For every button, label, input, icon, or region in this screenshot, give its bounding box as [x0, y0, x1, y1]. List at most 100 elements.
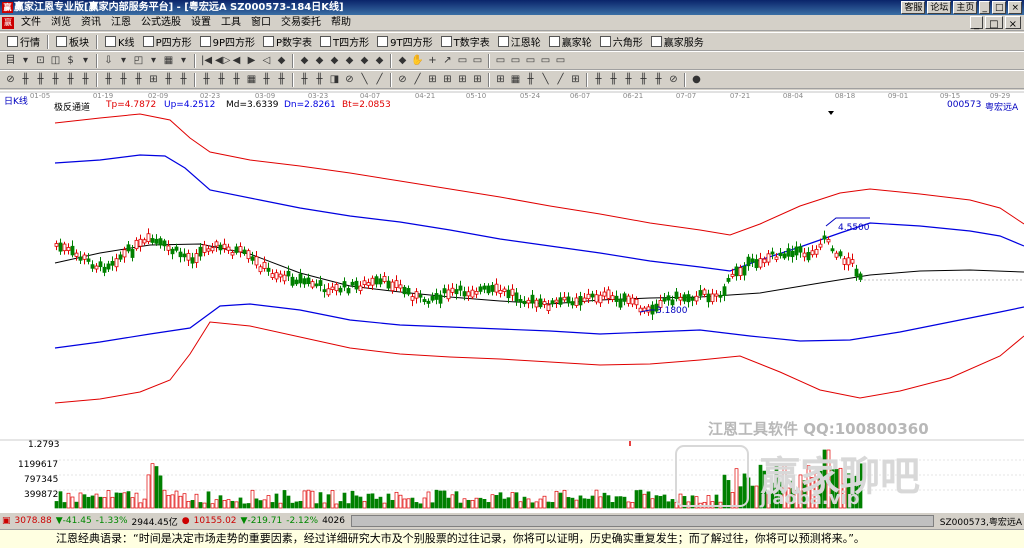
gann-tool-33[interactable]: ╲: [539, 73, 552, 86]
toolbar-button-0[interactable]: 行情: [4, 34, 43, 50]
gann-tool-32[interactable]: ╫: [524, 73, 537, 86]
draw-tool-34[interactable]: ▭: [554, 54, 567, 67]
gann-tool-23[interactable]: ╱: [373, 73, 386, 86]
menu-settings[interactable]: 设置: [186, 15, 216, 31]
horizontal-scrollbar[interactable]: [350, 515, 934, 527]
gann-tool-38[interactable]: ╫: [622, 73, 635, 86]
gann-tool-21[interactable]: ⊘: [343, 73, 356, 86]
gann-tool-31[interactable]: ▦: [509, 73, 522, 86]
gann-tool-9[interactable]: ⊞: [147, 73, 160, 86]
draw-tool-31[interactable]: ▭: [509, 54, 522, 67]
menu-trade[interactable]: 交易委托: [276, 15, 326, 31]
draw-tool-17[interactable]: ◆: [275, 54, 288, 67]
draw-tool-27[interactable]: ↗: [441, 54, 454, 67]
toolbar-button-7[interactable]: 9T四方形: [374, 34, 435, 50]
gann-tool-6[interactable]: ╫: [102, 73, 115, 86]
gann-tool-37[interactable]: ╫: [607, 73, 620, 86]
minimize-button[interactable]: _: [979, 1, 990, 14]
gann-tool-17[interactable]: ╫: [275, 73, 288, 86]
service-button[interactable]: 客服: [901, 1, 926, 14]
gann-tool-39[interactable]: ╫: [637, 73, 650, 86]
toolbar-button-6[interactable]: T四方形: [317, 34, 372, 50]
gann-tool-12[interactable]: ╫: [200, 73, 213, 86]
draw-tool-10[interactable]: ▦: [162, 54, 175, 67]
gann-tool-20[interactable]: ◨: [328, 73, 341, 86]
toolbar-button-4[interactable]: 9P四方形: [197, 34, 258, 50]
menu-gann[interactable]: 江恩: [106, 15, 136, 31]
draw-tool-18[interactable]: ◆: [298, 54, 311, 67]
menu-file[interactable]: 文件: [16, 15, 46, 31]
draw-tool-6[interactable]: ⇩: [102, 54, 115, 67]
kline-chart[interactable]: 01-05 01-19 02-09 02-23 03-09 03-23 04-07 04-21…: [0, 90, 1024, 512]
gann-tool-30[interactable]: ⊞: [494, 73, 507, 86]
gann-tool-10[interactable]: ╫: [162, 73, 175, 86]
draw-tool-13[interactable]: ◀▷: [215, 54, 230, 67]
menu-formula[interactable]: 公式选股: [136, 15, 186, 31]
gann-tool-35[interactable]: ⊞: [569, 73, 582, 86]
draw-tool-30[interactable]: ▭: [494, 54, 507, 67]
gann-tool-1[interactable]: ╫: [19, 73, 32, 86]
sz-index[interactable]: 10155.02: [192, 516, 239, 526]
gann-tool-5[interactable]: ╫: [79, 73, 92, 86]
draw-tool-33[interactable]: ▭: [539, 54, 552, 67]
draw-tool-21[interactable]: ◆: [343, 54, 356, 67]
maximize-button[interactable]: □: [991, 1, 1007, 14]
menu-help[interactable]: 帮助: [326, 15, 356, 31]
menu-window[interactable]: 窗口: [246, 15, 276, 31]
home-button[interactable]: 主页: [953, 1, 978, 14]
toolbar-button-5[interactable]: P数字表: [260, 34, 315, 50]
draw-tool-26[interactable]: +: [426, 54, 439, 67]
draw-tool-12[interactable]: |◀: [200, 54, 213, 67]
gann-tool-27[interactable]: ⊞: [441, 73, 454, 86]
gann-tool-0[interactable]: ⊘: [4, 73, 17, 86]
draw-tool-29[interactable]: ▭: [471, 54, 484, 67]
menu-browse[interactable]: 浏览: [46, 15, 76, 31]
gann-tool-14[interactable]: ╫: [230, 73, 243, 86]
draw-tool-2[interactable]: ⊡: [34, 54, 47, 67]
draw-tool-5[interactable]: ▾: [79, 54, 92, 67]
toolbar-button-3[interactable]: P四方形: [140, 34, 195, 50]
toolbar-button-1[interactable]: 板块: [53, 34, 92, 50]
draw-tool-32[interactable]: ▭: [524, 54, 537, 67]
draw-tool-8[interactable]: ◰: [132, 54, 145, 67]
menu-tools[interactable]: 工具: [216, 15, 246, 31]
gann-tool-29[interactable]: ⊞: [471, 73, 484, 86]
draw-tool-15[interactable]: ▶: [245, 54, 258, 67]
gann-tool-15[interactable]: ▦: [245, 73, 258, 86]
draw-tool-11[interactable]: ▾: [177, 54, 190, 67]
draw-tool-23[interactable]: ◆: [373, 54, 386, 67]
toolbar-button-9[interactable]: 江恩轮: [495, 34, 544, 50]
draw-tool-1[interactable]: ▾: [19, 54, 32, 67]
gann-tool-19[interactable]: ╫: [313, 73, 326, 86]
gann-tool-28[interactable]: ⊞: [456, 73, 469, 86]
gann-tool-4[interactable]: ╫: [64, 73, 77, 86]
draw-tool-3[interactable]: ◫: [49, 54, 62, 67]
gann-tool-25[interactable]: ╱: [411, 73, 424, 86]
gann-tool-13[interactable]: ╫: [215, 73, 228, 86]
draw-tool-9[interactable]: ▾: [147, 54, 160, 67]
toolbar-button-10[interactable]: 赢家轮: [546, 34, 595, 50]
draw-tool-7[interactable]: ▾: [117, 54, 130, 67]
toolbar-button-11[interactable]: 六角形: [597, 34, 646, 50]
draw-tool-0[interactable]: 目: [4, 54, 17, 67]
draw-tool-20[interactable]: ◆: [328, 54, 341, 67]
draw-tool-19[interactable]: ◆: [313, 54, 326, 67]
sh-index[interactable]: 3078.88: [13, 516, 54, 526]
gann-tool-22[interactable]: ╲: [358, 73, 371, 86]
menu-app-icon[interactable]: 赢: [2, 16, 14, 29]
draw-tool-28[interactable]: ▭: [456, 54, 469, 67]
gann-tool-2[interactable]: ╫: [34, 73, 47, 86]
close-button[interactable]: ×: [1008, 1, 1022, 14]
toolbar-button-12[interactable]: 赢家服务: [648, 34, 707, 50]
gann-tool-40[interactable]: ╫: [652, 73, 665, 86]
gann-tool-41[interactable]: ⊘: [667, 73, 680, 86]
gann-tool-8[interactable]: ╫: [132, 73, 145, 86]
draw-tool-14[interactable]: ◀: [230, 54, 243, 67]
gann-tool-11[interactable]: ╫: [177, 73, 190, 86]
gann-tool-26[interactable]: ⊞: [426, 73, 439, 86]
draw-tool-24[interactable]: ◆: [396, 54, 409, 67]
draw-tool-22[interactable]: ◆: [358, 54, 371, 67]
mdi-close-button[interactable]: ×: [1004, 16, 1021, 30]
gann-tool-34[interactable]: ╱: [554, 73, 567, 86]
mdi-minimize-button[interactable]: _: [970, 16, 984, 30]
